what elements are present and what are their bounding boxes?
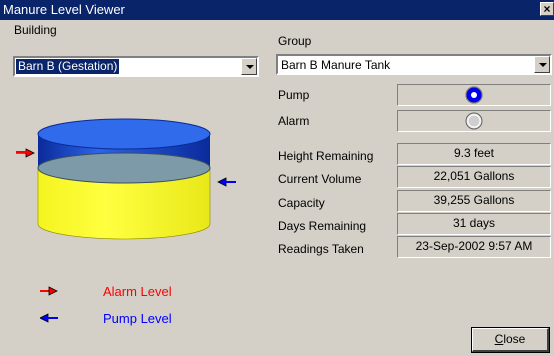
readings-taken-value: 23-Sep-2002 9:57 AM <box>397 236 551 258</box>
group-selected-value: Barn B Manure Tank <box>281 58 391 72</box>
building-label: Building <box>14 23 57 37</box>
height-remaining-label: Height Remaining <box>278 149 374 163</box>
pump-label: Pump <box>278 88 310 102</box>
capacity-value: 39,255 Gallons <box>397 190 551 212</box>
days-remaining-value: 31 days <box>397 213 551 235</box>
pump-level-legend-label: Pump Level <box>103 311 172 326</box>
pump-indicator-box <box>397 84 551 106</box>
alarm-legend-arrow-icon <box>40 286 58 296</box>
tank-graphic <box>16 118 236 240</box>
pump-status-icon <box>465 86 483 104</box>
group-select[interactable]: Barn B Manure Tank <box>276 54 552 75</box>
chevron-down-icon[interactable] <box>241 58 257 75</box>
close-button-label: lose <box>503 332 526 346</box>
current-volume-label: Current Volume <box>278 172 362 186</box>
capacity-label: Capacity <box>278 196 325 210</box>
title-bar: Manure Level Viewer × <box>0 0 554 20</box>
group-label: Group <box>278 34 312 48</box>
height-remaining-value: 9.3 feet <box>397 143 551 165</box>
current-volume-value: 22,051 Gallons <box>397 166 551 188</box>
window-title: Manure Level Viewer <box>3 2 125 17</box>
alarm-indicator-box <box>397 110 551 132</box>
tank-top <box>37 118 211 150</box>
alarm-level-arrow <box>16 148 35 158</box>
pump-level-arrow <box>217 177 236 187</box>
days-remaining-label: Days Remaining <box>278 219 367 233</box>
building-select[interactable]: Barn B (Gestation) <box>13 56 259 77</box>
pump-legend-arrow-icon <box>40 313 58 323</box>
window-close-icon[interactable]: × <box>540 2 554 16</box>
close-button[interactable]: Close <box>471 327 550 353</box>
building-selected-value: Barn B (Gestation) <box>16 59 120 74</box>
manure-surface <box>37 152 211 184</box>
alarm-status-icon <box>465 112 483 130</box>
chevron-down-icon[interactable] <box>534 56 550 73</box>
alarm-label: Alarm <box>278 114 310 128</box>
readings-taken-label: Readings Taken <box>278 242 364 256</box>
alarm-level-legend-label: Alarm Level <box>103 284 172 299</box>
